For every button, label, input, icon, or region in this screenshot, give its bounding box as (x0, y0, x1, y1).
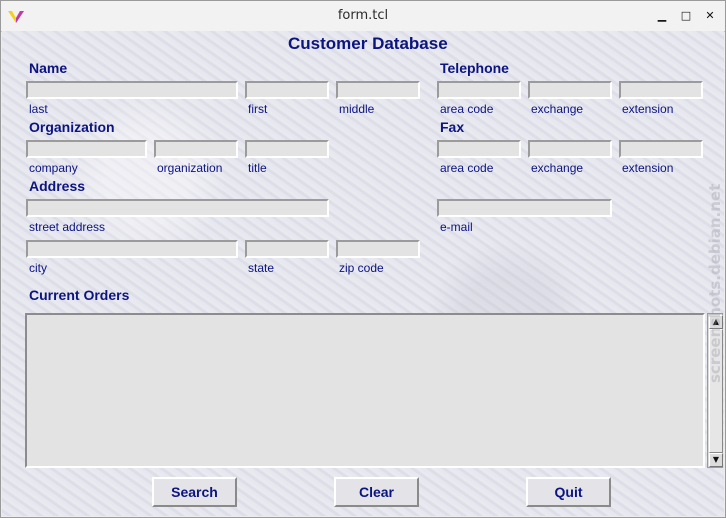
orders-text-area[interactable] (25, 313, 705, 468)
fax-heading: Fax (440, 119, 465, 135)
organization-heading: Organization (29, 119, 115, 135)
zip-code-label: zip code (339, 261, 384, 275)
page-title: Customer Database (288, 34, 448, 53)
title-bar[interactable]: form.tcl ▁ □ ✕ (1, 1, 725, 32)
middle-label: middle (339, 102, 375, 116)
minimize-button[interactable]: ▁ (653, 7, 671, 25)
middle-name-input[interactable] (336, 81, 420, 99)
company-label: company (29, 161, 78, 175)
organization-input[interactable] (154, 140, 238, 158)
phone-exchange-label: exchange (531, 102, 584, 116)
clear-button[interactable]: Clear (334, 477, 419, 507)
state-input[interactable] (245, 240, 329, 258)
job-title-label: title (248, 161, 267, 175)
maximize-button[interactable]: □ (677, 7, 695, 25)
state-label: state (248, 261, 275, 275)
city-label: city (29, 261, 47, 275)
window-title: form.tcl (337, 8, 389, 23)
form-area: Customer Database Name last first middle… (2, 31, 724, 516)
scroll-down-arrow-icon[interactable]: ▼ (709, 453, 723, 467)
organization-label: organization (157, 161, 223, 175)
quit-button[interactable]: Quit (526, 477, 611, 507)
phone-area-code-input[interactable] (437, 81, 521, 99)
watermark: screenshots.debian.net (706, 183, 724, 383)
phone-area-code-label: area code (440, 102, 494, 116)
telephone-heading: Telephone (440, 60, 509, 76)
fax-exchange-label: exchange (531, 161, 584, 175)
app-window: form.tcl ▁ □ ✕ Customer Database Name la… (0, 0, 726, 518)
phone-exchange-input[interactable] (528, 81, 612, 99)
city-input[interactable] (26, 240, 238, 258)
fax-area-code-label: area code (440, 161, 494, 175)
fax-area-code-input[interactable] (437, 140, 521, 158)
phone-extension-label: extension (622, 102, 674, 116)
last-name-input[interactable] (26, 81, 238, 99)
email-label: e-mail (440, 220, 473, 234)
phone-extension-input[interactable] (619, 81, 703, 99)
fax-exchange-input[interactable] (528, 140, 612, 158)
company-input[interactable] (26, 140, 147, 158)
street-address-label: street address (29, 220, 106, 234)
close-button[interactable]: ✕ (701, 7, 719, 25)
street-address-input[interactable] (26, 199, 329, 217)
job-title-input[interactable] (245, 140, 329, 158)
first-name-input[interactable] (245, 81, 329, 99)
fax-extension-input[interactable] (619, 140, 703, 158)
fax-extension-label: extension (622, 161, 674, 175)
zip-code-input[interactable] (336, 240, 420, 258)
last-label: last (29, 102, 48, 116)
current-orders-heading: Current Orders (29, 287, 130, 303)
first-label: first (248, 102, 268, 116)
address-heading: Address (29, 178, 86, 194)
name-heading: Name (29, 60, 68, 76)
search-button[interactable]: Search (152, 477, 237, 507)
email-input[interactable] (437, 199, 612, 217)
